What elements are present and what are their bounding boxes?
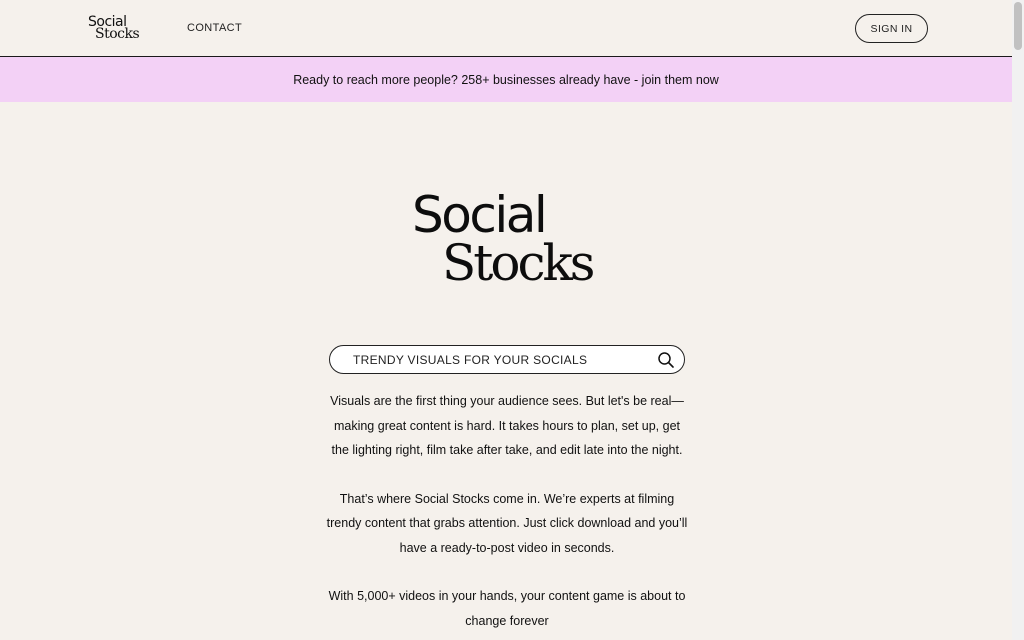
paragraph-line: With 5,000+ videos in your hands, your c… [328,589,686,603]
page-scrollbar[interactable] [1012,0,1024,640]
contact-link[interactable]: CONTACT [187,22,242,34]
brand-logo[interactable]: Social Stocks [88,14,148,44]
search-bar-text: TRENDY VISUALS FOR YOUR SOCIALS [353,353,588,367]
paragraph-line: have a ready-to-post video in seconds. [399,540,615,555]
scrollbar-thumb[interactable] [1014,2,1022,50]
intro-paragraph-1: Visuals are the first thing your audienc… [316,389,698,463]
page: Social Stocks CONTACT SIGN IN Ready to r… [0,0,1012,640]
hero-logo: Social Stocks [412,186,612,296]
paragraph-line: That’s where Social Stocks come in. We’r… [339,491,675,506]
paragraph-line: making great content is hard. It takes h… [333,418,681,433]
top-nav: Social Stocks CONTACT SIGN IN [0,0,1012,57]
sign-in-button[interactable]: SIGN IN [855,14,928,43]
intro-copy: Visuals are the first thing your audienc… [316,389,698,640]
search-icon[interactable] [657,351,675,369]
intro-paragraph-2: That’s where Social Stocks come in. We’r… [316,487,698,561]
hero-logo-line-2: Stocks [442,234,595,292]
paragraph-line: Visuals are the first thing your audienc… [330,394,684,408]
promo-banner[interactable]: Ready to reach more people? 258+ busines… [0,57,1012,102]
promo-banner-text: Ready to reach more people? 258+ busines… [293,72,719,87]
paragraph-line: change forever [465,613,549,628]
logo-line-2: Stocks [95,26,140,42]
paragraph-line: trendy content that grabs attention. Jus… [326,516,688,530]
search-bar[interactable]: TRENDY VISUALS FOR YOUR SOCIALS [329,345,685,374]
intro-paragraph-3: With 5,000+ videos in your hands, your c… [316,584,698,633]
paragraph-line: the lighting right, film take after take… [331,443,683,457]
